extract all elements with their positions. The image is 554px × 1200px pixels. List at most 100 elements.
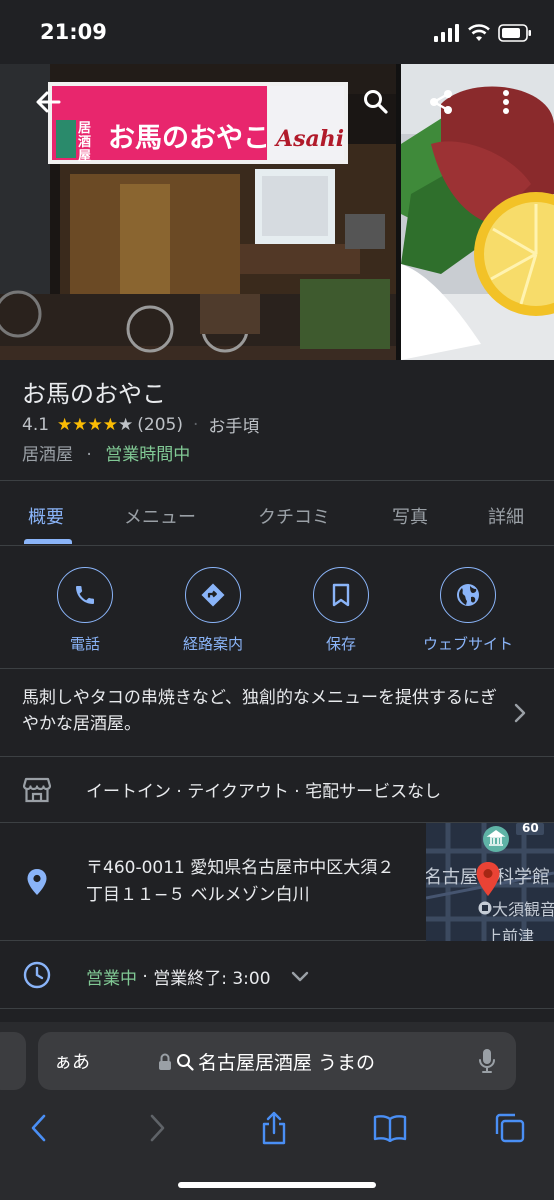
hours-open-status: 営業中	[86, 969, 137, 989]
mini-map[interactable]: 60 名古屋市科学館 大須観音 上前津	[426, 823, 554, 941]
back-button[interactable]	[28, 82, 68, 122]
sign-shop-type: 居酒屋	[78, 121, 92, 164]
wifi-icon	[468, 24, 490, 41]
map-label-kamimaezu: 上前津	[486, 927, 535, 941]
star-icon: ★	[87, 414, 103, 435]
star-icon: ★	[72, 414, 88, 435]
search-icon	[364, 90, 388, 114]
call-button-circle	[57, 567, 113, 623]
tab-details[interactable]: 詳細	[488, 503, 524, 529]
share-upload-icon	[262, 1111, 286, 1145]
tab-photos[interactable]: 写真	[392, 503, 428, 529]
map-label-osu-kannon: 大須観音	[492, 900, 554, 919]
clock-icon	[22, 960, 52, 990]
status-time: 21:09	[40, 20, 107, 44]
rating-value: 4.1	[22, 414, 50, 435]
tab-reviews[interactable]: クチコミ	[258, 503, 330, 529]
sign-beer-brand: Asahi	[276, 126, 345, 152]
separator-dot: ·	[86, 445, 92, 465]
chevron-down-icon[interactable]	[291, 971, 309, 983]
more-options-button[interactable]	[486, 82, 526, 122]
signal-icon	[434, 24, 459, 42]
status-bar: 21:09	[0, 0, 554, 64]
hours-closing: 営業終了: 3:00	[153, 969, 271, 989]
battery-icon	[498, 24, 531, 42]
rating-row[interactable]: 4.1 ★★★★★ (205) · お手頃	[22, 412, 260, 438]
tabs-button[interactable]	[489, 1110, 529, 1146]
map-pin-icon	[476, 862, 500, 896]
tabs-icon	[495, 1113, 525, 1143]
save-button[interactable]: 保存	[286, 567, 396, 654]
arrow-left-icon	[36, 91, 61, 113]
directions-button-circle	[185, 567, 241, 623]
reader-options-button[interactable]: ぁあ	[54, 1048, 90, 1074]
microphone-button[interactable]	[478, 1047, 496, 1079]
website-button[interactable]: ウェブサイト	[413, 567, 523, 654]
directions-button[interactable]: 経路案内	[158, 567, 268, 654]
browser-forward-button[interactable]	[138, 1110, 178, 1146]
chevron-left-icon	[31, 1114, 46, 1142]
bookmarks-button[interactable]	[370, 1110, 410, 1146]
more-vertical-icon	[503, 90, 509, 114]
lock-icon	[159, 1053, 171, 1070]
tab-bar: 概要 メニュー クチコミ 写真 詳細	[0, 480, 554, 546]
star-icon: ★	[102, 414, 119, 435]
website-button-circle	[440, 567, 496, 623]
browser-back-button[interactable]	[18, 1110, 58, 1146]
address-row[interactable]: 〒460-0011 愛知県名古屋市中区大須２丁目１１−５ ベルメゾン白川 60 …	[0, 823, 554, 941]
service-options-row: イートイン · テイクアウト · 宅配サービスなし	[0, 757, 554, 823]
hours-text: 営業中 · 営業終了: 3:00	[86, 964, 309, 989]
hours-row[interactable]: 営業中 · 営業終了: 3:00	[0, 941, 554, 1009]
service-options-text: イートイン · テイクアウト · 宅配サービスなし	[86, 782, 442, 802]
address-text: 〒460-0011 愛知県名古屋市中区大須２丁目１１−５ ベルメゾン白川	[86, 858, 395, 905]
browser-bar: ぁあ 名古屋居酒屋 うまの	[0, 1022, 554, 1200]
action-buttons: 電話 経路案内 保存 ウェブサイト	[0, 547, 554, 669]
museum-icon	[483, 826, 509, 852]
review-count: (205)	[137, 414, 184, 435]
url-text: 名古屋居酒屋 うまの	[198, 1052, 376, 1074]
globe-icon	[457, 584, 479, 606]
tab-overview[interactable]: 概要	[28, 503, 64, 529]
photo-gallery[interactable]: 居酒屋 お馬のおやこ Asahi	[0, 64, 554, 360]
description-row[interactable]: 馬刺しやタコの串焼きなど、独創的なメニューを提供するにぎやかな居酒屋。	[0, 669, 554, 757]
category-row: 居酒屋 · 営業時間中	[22, 440, 190, 465]
address-bar[interactable]: ぁあ 名古屋居酒屋 うまの	[38, 1032, 516, 1090]
storefront-icon	[22, 775, 52, 805]
location-pin-icon	[22, 867, 52, 897]
share-sheet-button[interactable]	[254, 1110, 294, 1146]
temple-icon	[478, 901, 492, 915]
star-icon: ★	[57, 414, 73, 435]
share-icon	[430, 90, 452, 114]
search-button[interactable]	[356, 82, 396, 122]
status-icons	[434, 22, 532, 44]
map-road-number: 60	[522, 823, 539, 835]
sign-shop-name: お馬のおやこ	[108, 123, 270, 154]
directions-label: 経路案内	[182, 635, 243, 653]
chevron-right-icon	[150, 1114, 165, 1142]
place-info: お馬のおやこ 4.1 ★★★★★ (205) · お手頃 居酒屋 · 営業時間中	[0, 360, 554, 480]
microphone-icon	[479, 1049, 495, 1073]
place-name: お馬のおやこ	[22, 380, 166, 408]
directions-icon	[201, 583, 225, 607]
share-button[interactable]	[421, 82, 461, 122]
url-content: 名古屋居酒屋 うまの	[158, 1048, 375, 1075]
search-icon	[177, 1053, 194, 1071]
separator-dot: ·	[193, 414, 199, 435]
phone-icon	[76, 586, 94, 604]
category: 居酒屋	[22, 445, 73, 465]
price-level: お手頃	[208, 417, 260, 437]
website-label: ウェブサイト	[422, 635, 513, 653]
rating-stars: ★★★★★	[57, 415, 133, 435]
call-label: 電話	[69, 635, 100, 653]
tab-menu[interactable]: メニュー	[124, 503, 196, 529]
call-button[interactable]: 電話	[30, 567, 140, 654]
previous-tab-preview[interactable]	[0, 1032, 26, 1090]
home-indicator	[178, 1182, 376, 1188]
active-tab-indicator	[24, 539, 72, 544]
hours-separator: ·	[137, 966, 154, 987]
open-status: 営業時間中	[105, 445, 191, 465]
save-button-circle	[313, 567, 369, 623]
book-icon	[373, 1115, 407, 1142]
save-label: 保存	[325, 635, 356, 653]
chevron-right-icon	[514, 703, 526, 723]
